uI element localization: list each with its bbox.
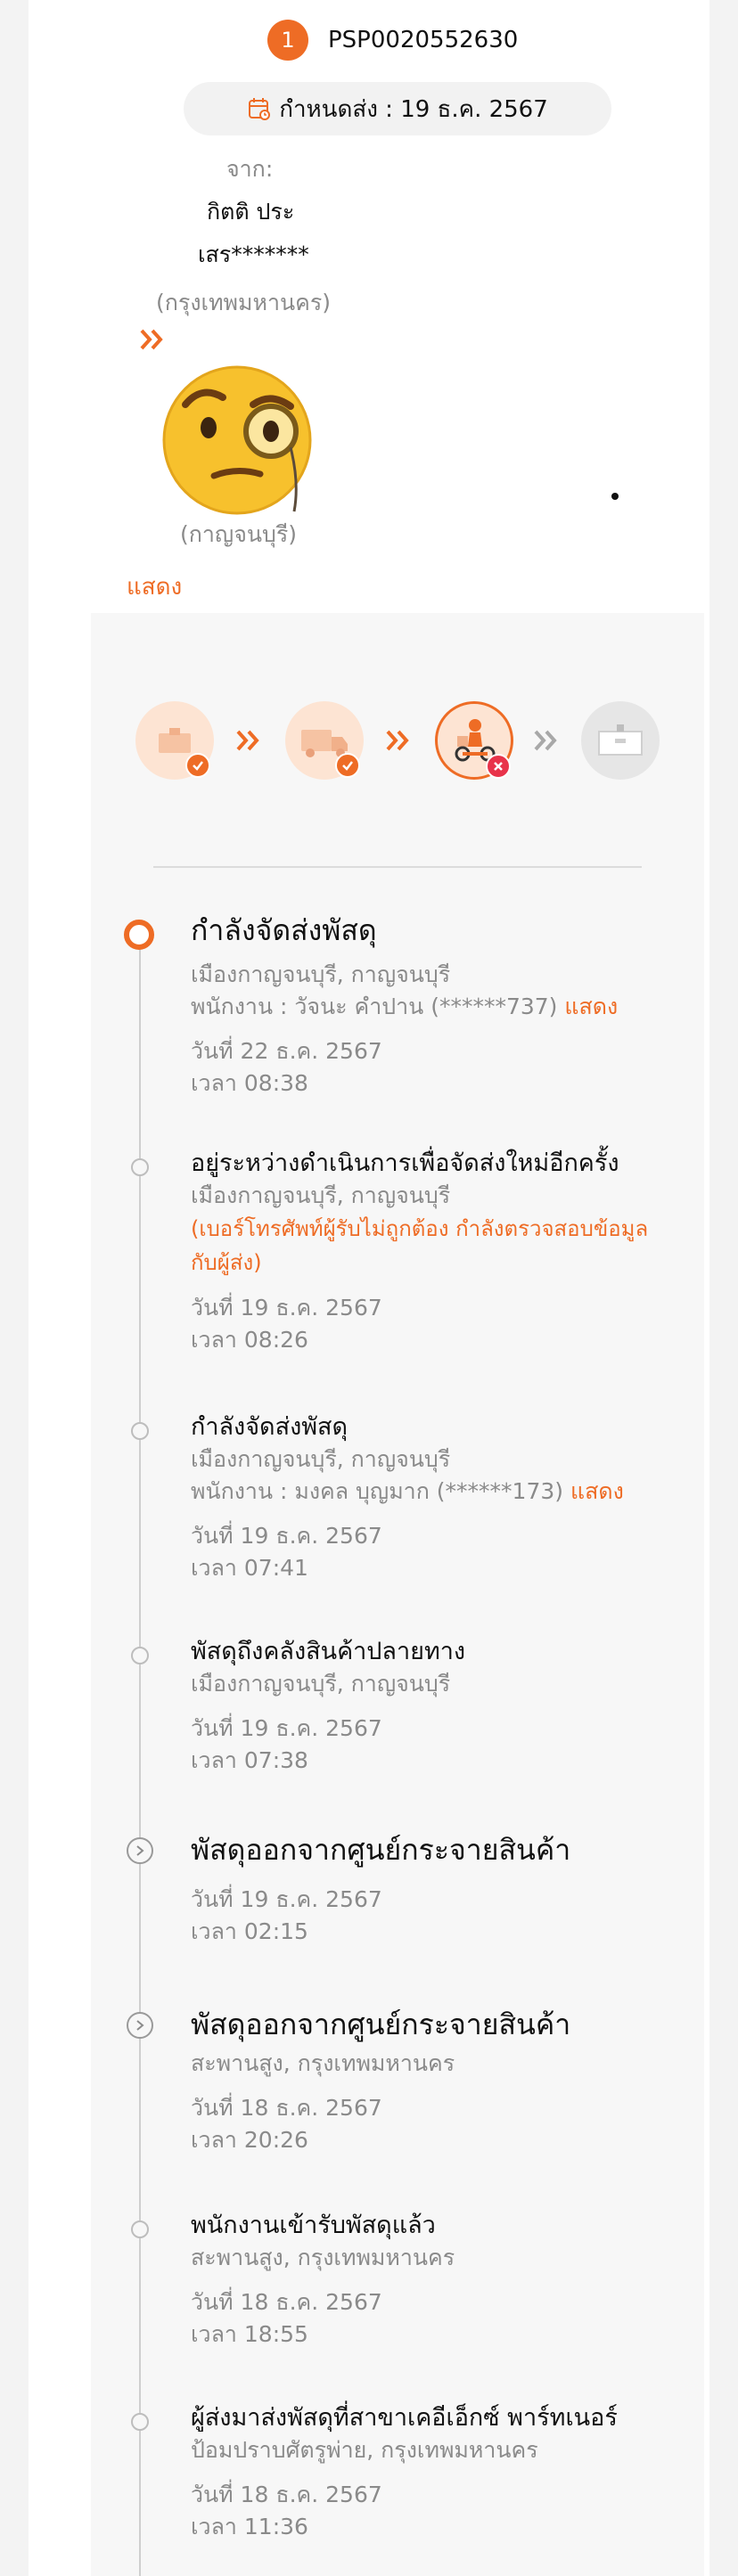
show-staff-link[interactable]: แสดง (570, 1478, 624, 1504)
sender-name-line1: กิตติ ประ (207, 199, 295, 225)
chevron-right-icon (534, 730, 557, 751)
chevron-right-icon (236, 730, 259, 751)
receiver-province: (กาญจนบุรี) (180, 521, 298, 547)
event-title: กำลังจัดส่งพัสดุ (191, 1413, 348, 1441)
staff-name: พนักงาน : มงคล บุญมาก (******173) (191, 1478, 564, 1504)
sender-name-line2: เสร******* (198, 241, 309, 267)
check-icon (335, 753, 360, 778)
event-date: วันที่ 19 ธ.ค. 2567 (191, 1715, 382, 1741)
step-packed (135, 701, 214, 780)
step-delivered (581, 701, 660, 780)
event-location: เมืองกาญจนบุรี, กาญจนบุรี (191, 1446, 451, 1472)
event-date: วันที่ 22 ธ.ค. 2567 (191, 1038, 382, 1064)
event-date: วันที่ 18 ธ.ค. 2567 (191, 2482, 382, 2507)
delivered-box-icon (598, 724, 643, 756)
staff-name: พนักงาน : วัจนะ คำปาน (******737) (191, 994, 558, 1019)
event-date: วันที่ 18 ธ.ค. 2567 (191, 2095, 382, 2121)
event-note: (เบอร์โทรศัพท์ผู้รับไม่ถูกต้อง กำลังตรวจ… (191, 1216, 649, 1275)
timeline-marker (131, 1647, 149, 1664)
event-location: เมืองกาญจนบุรี, กาญจนบุรี (191, 1182, 451, 1208)
check-icon (185, 753, 210, 778)
event-time: เวลา 18:55 (191, 2321, 308, 2347)
event-location: เมืองกาญจนบุรี, กาญจนบุรี (191, 961, 451, 987)
timeline-event: พัสดุออกจากศูนย์กระจายสินค้า วันที่ 19 ธ… (191, 1832, 570, 1948)
event-location: สะพานสูง, กรุงเทพมหานคร (191, 2050, 455, 2076)
event-title: พัสดุถึงคลังสินค้าปลายทาง (191, 1638, 466, 1665)
event-time: เวลา 07:38 (191, 1747, 308, 1773)
event-title: อยู่ระหว่างดำเนินการเพื่อจัดส่งใหม่อีกคร… (191, 1149, 619, 1177)
event-date: วันที่ 19 ธ.ค. 2567 (191, 1886, 382, 1912)
tracking-number[interactable]: PSP0020552630 (328, 27, 518, 53)
show-address-link[interactable]: แสดง (127, 568, 182, 605)
timeline-marker (131, 2220, 149, 2238)
timeline-marker (131, 2413, 149, 2431)
step-in-transit (285, 701, 364, 780)
double-chevron-right-icon (140, 329, 163, 350)
calendar-icon (249, 98, 271, 120)
shipment-card: 1 PSP0020552630 กำหนดส่ง : 19 ธ.ค. 2567 … (29, 0, 709, 2576)
timeline-event: พนักงานเข้ารับพัสดุแล้ว สะพานสูง, กรุงเท… (191, 2210, 455, 2351)
event-title: ผู้ส่งมาส่งพัสดุที่สาขาเคอีเอ็กซ์ พาร์ทเ… (191, 2404, 618, 2432)
event-title: พัสดุออกจากศูนย์กระจายสินค้า (191, 1833, 571, 1867)
timeline-event: พัสดุออกจากศูนย์กระจายสินค้า สะพานสูง, ก… (191, 2007, 570, 2156)
due-date-pill: กำหนดส่ง : 19 ธ.ค. 2567 (184, 82, 611, 135)
chevron-right-circle-icon (127, 1837, 153, 1864)
divider (153, 866, 642, 868)
event-title: พัสดุออกจากศูนย์กระจายสินค้า (191, 2008, 571, 2041)
event-title: พนักงานเข้ารับพัสดุแล้ว (191, 2212, 436, 2239)
chevron-right-icon (386, 730, 409, 751)
due-date-label: กำหนดส่ง : 19 ธ.ค. 2567 (279, 95, 548, 123)
timeline-marker (131, 1422, 149, 1440)
parcel-number-badge: 1 (267, 20, 308, 61)
event-time: เวลา 11:36 (191, 2514, 308, 2539)
bullet-dot (611, 493, 619, 500)
event-time: เวลา 07:41 (191, 1555, 308, 1581)
sender-province: (กรุงเทพมหานคร) (156, 290, 332, 315)
timeline-current-marker (124, 920, 154, 950)
timeline-event: กำลังจัดส่งพัสดุ เมืองกาญจนบุรี, กาญจนบุ… (191, 912, 618, 1100)
show-staff-link[interactable]: แสดง (564, 994, 618, 1019)
failed-x-icon (486, 754, 511, 779)
from-label: จาก: (226, 156, 274, 182)
event-time: เวลา 08:26 (191, 1327, 308, 1353)
event-date: วันที่ 19 ธ.ค. 2567 (191, 1523, 382, 1549)
event-location: สะพานสูง, กรุงเทพมหานคร (191, 2245, 455, 2270)
event-time: เวลา 08:38 (191, 1070, 308, 1096)
event-staff: พนักงาน : มงคล บุญมาก (******173) แสดง (191, 1476, 624, 1508)
event-location: เมืองกาญจนบุรี, กาญจนบุรี (191, 1671, 451, 1697)
event-title: กำลังจัดส่งพัสดุ (191, 913, 377, 947)
step-out-for-delivery (435, 701, 513, 780)
event-date: วันที่ 19 ธ.ค. 2567 (191, 1295, 382, 1321)
timeline-event: กำลังจัดส่งพัสดุ เมืองกาญจนบุรี, กาญจนบุ… (191, 1411, 624, 1584)
timeline-event: พัสดุถึงคลังสินค้าปลายทาง เมืองกาญจนบุรี… (191, 1636, 465, 1777)
timeline-line (139, 941, 141, 2576)
timeline-event: อยู่ระหว่างดำเนินการเพื่อจัดส่งใหม่อีกคร… (191, 1148, 672, 1356)
timeline-event: ผู้ส่งมาส่งพัสดุที่สาขาเคอีเอ็กซ์ พาร์ทเ… (191, 2402, 618, 2543)
timeline-marker (131, 1158, 149, 1176)
event-staff: พนักงาน : วัจนะ คำปาน (******737) แสดง (191, 991, 618, 1023)
event-time: เวลา 20:26 (191, 2127, 308, 2153)
tracking-header: 1 PSP0020552630 (267, 20, 518, 61)
event-time: เวลา 02:15 (191, 1918, 308, 1944)
face-with-monocle-icon (162, 365, 312, 515)
event-location: ป้อมปราบศัตรูพ่าย, กรุงเทพมหานคร (191, 2437, 538, 2463)
event-date: วันที่ 18 ธ.ค. 2567 (191, 2289, 382, 2315)
chevron-right-circle-icon (127, 2012, 153, 2039)
